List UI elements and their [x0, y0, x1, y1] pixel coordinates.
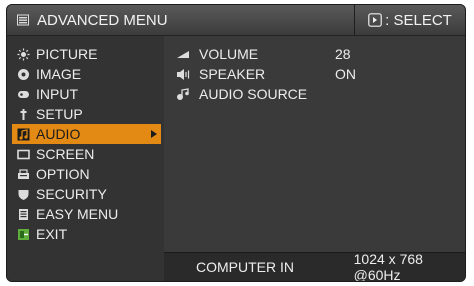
menu-item-label: INPUT [36, 86, 78, 102]
menu-item-input[interactable]: INPUT [7, 84, 164, 104]
menu-item-label: AUDIO [36, 126, 81, 142]
select-key-icon [368, 13, 382, 27]
menu-item-label: IMAGE [36, 66, 82, 82]
menu-item-exit[interactable]: EXIT [7, 224, 164, 244]
sun-icon [17, 48, 30, 61]
music-note-icon [17, 128, 30, 141]
audio-source-icon [176, 87, 191, 101]
status-bar: COMPUTER IN 1024 x 768 @60Hz [164, 251, 465, 282]
menu-title: ADVANCED MENU [37, 11, 168, 29]
menu-item-audio[interactable]: AUDIO [12, 124, 161, 144]
speaker-icon [176, 68, 191, 81]
menu-item-image[interactable]: IMAGE [7, 64, 164, 84]
submenu-item-volume[interactable]: VOLUME 28 [164, 44, 465, 64]
menu-item-label: SCREEN [36, 146, 95, 162]
menu-item-screen[interactable]: SCREEN [7, 144, 164, 164]
menu-item-label: SECURITY [36, 186, 107, 202]
menu-item-picture[interactable]: PICTURE [7, 44, 164, 64]
volume-icon [176, 48, 191, 61]
menu-item-label: EASY MENU [36, 206, 119, 222]
main-menu-list: PICTURE IMAGE INPUT SETUP AUDIO SCREEN O… [7, 44, 164, 244]
menu-item-label: EXIT [36, 226, 68, 242]
shield-icon [17, 188, 30, 201]
signal-resolution: 1024 x 768 @60Hz [353, 251, 423, 282]
easy-menu-icon [17, 208, 30, 221]
input-source-label: COMPUTER IN [196, 259, 294, 275]
submenu-item-speaker[interactable]: SPEAKER ON [164, 64, 465, 84]
menu-item-label: OPTION [36, 166, 90, 182]
menu-header: ADVANCED MENU : SELECT [7, 5, 465, 36]
volume-value: 28 [335, 46, 351, 62]
menu-item-option[interactable]: OPTION [7, 164, 164, 184]
menu-item-easy-menu[interactable]: EASY MENU [7, 204, 164, 224]
select-hint: : SELECT [355, 5, 465, 35]
exit-icon [17, 228, 30, 241]
menu-item-security[interactable]: SECURITY [7, 184, 164, 204]
submenu-panel: VOLUME 28 SPEAKER ON AUDIO SOURCE [164, 36, 465, 253]
submenu-item-label: VOLUME [199, 46, 259, 62]
submenu-arrow-icon [151, 130, 157, 138]
osd-menu-window: ADVANCED MENU : SELECT PICTURE IMAGE INP… [6, 4, 466, 282]
select-hint-label: : SELECT [385, 11, 452, 29]
menu-title-bar: ADVANCED MENU [7, 5, 355, 35]
audio-submenu-list: VOLUME 28 SPEAKER ON AUDIO SOURCE [164, 44, 465, 104]
menu-item-label: SETUP [36, 106, 83, 122]
input-icon [17, 88, 30, 101]
submenu-item-label: SPEAKER [199, 66, 266, 82]
menu-icon [17, 14, 29, 26]
image-icon [17, 68, 30, 81]
menu-item-label: PICTURE [36, 46, 98, 62]
screen-icon [17, 148, 30, 161]
main-menu-panel: PICTURE IMAGE INPUT SETUP AUDIO SCREEN O… [7, 36, 164, 281]
menu-item-setup[interactable]: SETUP [7, 104, 164, 124]
submenu-item-audio-source[interactable]: AUDIO SOURCE [164, 84, 465, 104]
submenu-item-label: AUDIO SOURCE [199, 86, 308, 102]
setup-icon [17, 108, 30, 121]
speaker-value: ON [335, 66, 356, 82]
option-icon [17, 168, 30, 181]
